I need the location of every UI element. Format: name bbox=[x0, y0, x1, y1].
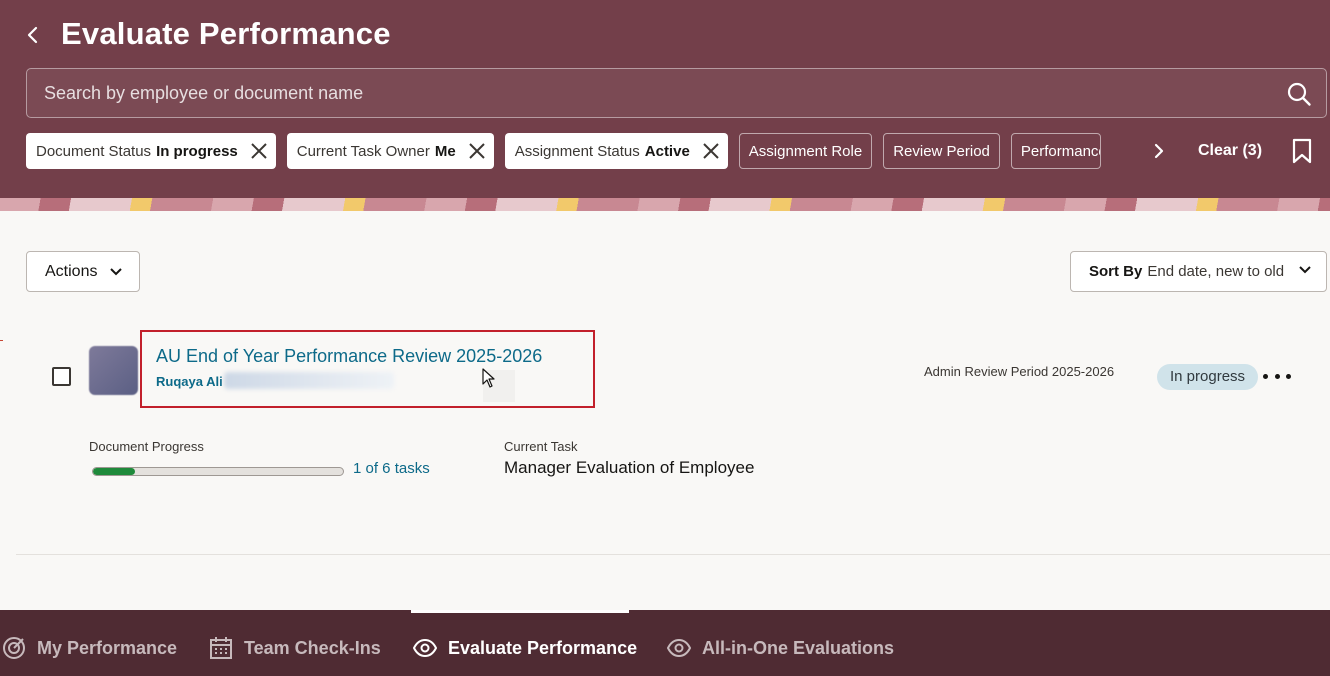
filter-chip-performance[interactable]: Performance bbox=[1010, 133, 1101, 169]
filter-chip-label: Current Task Owner bbox=[296, 142, 430, 160]
eye-icon bbox=[667, 638, 691, 658]
filter-chip-value: In progress bbox=[156, 142, 238, 160]
sort-label: Sort By bbox=[1089, 263, 1143, 280]
search-input[interactable] bbox=[44, 69, 1274, 117]
avatar bbox=[89, 346, 138, 395]
progress-label: Document Progress bbox=[89, 439, 204, 454]
close-icon bbox=[703, 143, 719, 159]
nav-label: My Performance bbox=[37, 637, 178, 658]
close-icon bbox=[468, 143, 485, 159]
search-icon[interactable] bbox=[1286, 81, 1312, 107]
filter-chip-value: Me bbox=[434, 142, 456, 160]
nav-all-in-one-evaluations[interactable]: All-in-One Evaluations bbox=[667, 634, 894, 662]
bookmark-icon[interactable] bbox=[1290, 138, 1314, 164]
filter-chip-assignment-role[interactable]: Assignment Role bbox=[738, 133, 873, 169]
dot-icon bbox=[1286, 373, 1291, 379]
page-header: Evaluate Performance Document Status In … bbox=[0, 0, 1330, 198]
filter-chip-value: Active bbox=[644, 142, 690, 160]
page-title: Evaluate Performance bbox=[61, 16, 391, 51]
review-period-text: Admin Review Period 2025-2026 bbox=[924, 364, 1115, 379]
active-tab-indicator bbox=[411, 610, 629, 613]
back-arrow-icon[interactable] bbox=[22, 24, 44, 46]
status-badge: In progress bbox=[1157, 364, 1259, 390]
remove-filter-button[interactable] bbox=[694, 133, 728, 169]
row-select-checkbox[interactable] bbox=[52, 367, 71, 386]
nav-team-check-ins[interactable]: Team Check-Ins bbox=[209, 634, 381, 662]
chevron-down-icon bbox=[1299, 266, 1311, 274]
bottom-navigation bbox=[0, 610, 1330, 676]
filter-chip-current-task-owner[interactable]: Current Task Owner Me bbox=[286, 133, 494, 169]
more-options-button[interactable] bbox=[1263, 369, 1291, 383]
eye-icon bbox=[413, 638, 437, 658]
chevron-down-icon bbox=[110, 267, 123, 275]
nav-label: All-in-One Evaluations bbox=[702, 637, 895, 658]
close-icon bbox=[251, 143, 267, 159]
actions-label: Actions bbox=[45, 262, 98, 280]
decorative-banner bbox=[0, 198, 1330, 211]
edge-marker bbox=[0, 340, 3, 341]
mouse-pointer-icon bbox=[482, 368, 495, 388]
search-bar[interactable] bbox=[26, 68, 1327, 118]
current-task-label: Current Task bbox=[504, 439, 578, 454]
filter-chip-review-period[interactable]: Review Period bbox=[883, 133, 1000, 169]
sort-dropdown[interactable]: Sort By End date, new to old bbox=[1070, 251, 1327, 292]
tasks-count-link[interactable]: 1 of 6 tasks bbox=[353, 460, 430, 477]
filter-bar: Document Status In progress Current Task… bbox=[26, 133, 1112, 169]
remove-filter-button[interactable] bbox=[242, 133, 276, 169]
sort-value: End date, new to old bbox=[1147, 263, 1285, 280]
filter-chip-label: Assignment Status bbox=[514, 142, 640, 160]
nav-label: Team Check-Ins bbox=[244, 637, 381, 658]
filter-chip-assignment-status[interactable]: Assignment Status Active bbox=[504, 133, 728, 169]
filter-chip-document-status[interactable]: Document Status In progress bbox=[26, 133, 276, 169]
highlight-box bbox=[140, 330, 595, 408]
actions-menu-button[interactable]: Actions bbox=[26, 251, 140, 292]
dot-icon bbox=[1263, 373, 1268, 379]
nav-evaluate-performance[interactable]: Evaluate Performance bbox=[413, 634, 637, 662]
row-divider bbox=[16, 554, 1330, 555]
clear-filters-button[interactable]: Clear (3) bbox=[1198, 142, 1262, 160]
dot-icon bbox=[1274, 373, 1280, 379]
calendar-icon bbox=[210, 637, 232, 659]
current-task-value: Manager Evaluation of Employee bbox=[504, 458, 755, 477]
filter-chip-label: Document Status bbox=[36, 142, 152, 160]
progress-bar-fill bbox=[93, 468, 135, 475]
remove-filter-button[interactable] bbox=[460, 133, 494, 169]
nav-my-performance[interactable]: My Performance bbox=[2, 634, 177, 662]
target-icon bbox=[3, 637, 25, 659]
chevron-right-icon[interactable] bbox=[1148, 139, 1170, 163]
nav-label: Evaluate Performance bbox=[448, 637, 638, 658]
progress-bar bbox=[92, 467, 344, 476]
